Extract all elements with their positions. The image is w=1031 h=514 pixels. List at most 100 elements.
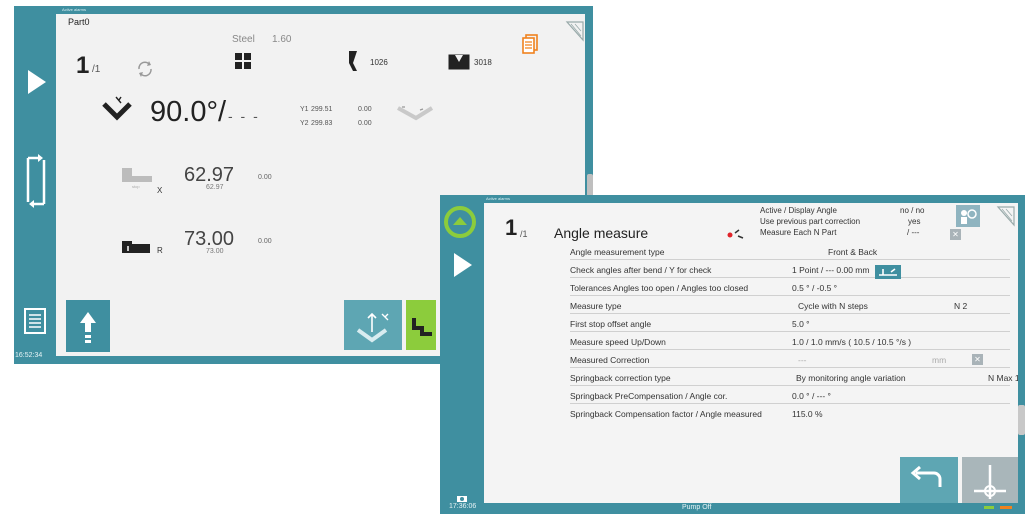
angle-measured: - - - — [228, 108, 260, 124]
y2-label: Y2 — [300, 120, 309, 127]
x-stop-label: stop — [132, 184, 140, 189]
x-axis-label: X — [157, 186, 163, 195]
angle-value: 90.0°/ — [150, 96, 227, 128]
person-gear-icon — [961, 209, 977, 224]
row-value[interactable]: 115.0 % — [792, 409, 823, 419]
hdr-value-3[interactable]: / --- — [907, 228, 919, 237]
refresh-icon[interactable] — [136, 60, 154, 78]
param-row[interactable]: Measured Correction --- mm ✕ — [570, 351, 1010, 368]
material-label: Steel — [232, 34, 255, 45]
row-label: Measure type — [570, 301, 622, 311]
page-corner-icon[interactable] — [565, 20, 585, 42]
left-sidebar: 16:52:34 — [14, 6, 56, 364]
row-label: Angle measurement type — [570, 247, 665, 257]
status-indicator-green — [984, 506, 994, 509]
row-label: Springback Compensation factor / Angle m… — [570, 409, 762, 419]
r-axis-icon — [122, 241, 150, 253]
param-row[interactable]: Check angles after bend / Y for check 1 P… — [570, 261, 1010, 278]
return-arrow-icon — [910, 465, 942, 487]
row-value[interactable]: Cycle with N steps — [798, 301, 868, 311]
row-value[interactable]: --- — [798, 355, 807, 365]
row-value[interactable]: Front & Back — [828, 247, 877, 257]
hdr-label-2: Use previous part correction — [760, 217, 861, 226]
row-label: Springback PreCompensation / Angle cor. — [570, 391, 728, 401]
param-row[interactable]: Angle measurement type Front & Back — [570, 243, 1010, 260]
param-row[interactable]: Springback Compensation factor / Angle m… — [570, 405, 1010, 422]
y2-correction: 0.00 — [358, 120, 372, 127]
tool-layout-icon[interactable] — [234, 52, 252, 70]
die-id: 3018 — [474, 58, 492, 67]
crosshair-icon — [974, 465, 1006, 499]
row-label: Measured Correction — [570, 355, 650, 365]
clear-measure-icon[interactable]: ✕ — [950, 229, 961, 240]
x-stop-icon — [122, 168, 152, 182]
alarm-bar: Active alarms — [56, 6, 593, 14]
page-title: Angle measure — [554, 225, 649, 241]
angle-icon — [102, 96, 132, 121]
param-row[interactable]: First stop offset angle 5.0 ° — [570, 315, 1010, 332]
hdr-label-1: Active / Display Angle — [760, 206, 837, 215]
report-icon[interactable] — [522, 34, 538, 54]
punch-id: 1026 — [370, 58, 388, 67]
alarm-label: Active alarms — [62, 7, 87, 12]
row-value[interactable]: 1 Point / --- 0.00 mm — [792, 265, 869, 275]
start-play-icon-2[interactable] — [454, 253, 472, 277]
row-extra[interactable]: N 2 — [954, 301, 967, 311]
param-row[interactable]: Tolerances Angles too open / Angles too … — [570, 279, 1010, 296]
status-bar: Pump Off — [484, 503, 1025, 514]
angle-measure-screen: Active alarms 17:36:06 1 /1 Angle measur… — [440, 195, 1025, 514]
param-row[interactable]: Measure type Cycle with N steps N 2 — [570, 297, 1010, 314]
y1-label: Y1 — [300, 106, 309, 113]
cycle-mode-icon[interactable] — [24, 152, 48, 210]
punch-icon — [349, 51, 357, 71]
param-row[interactable]: Springback PreCompensation / Angle cor. 0… — [570, 387, 1010, 404]
measure-angle-icon — [356, 312, 389, 343]
row-value[interactable]: 0.5 ° / -0.5 ° — [792, 283, 837, 293]
row-label: Springback correction type — [570, 373, 671, 383]
bend-sheet-icon — [397, 106, 434, 121]
param-row[interactable]: Springback correction type By monitoring … — [570, 369, 1020, 386]
page-corner-icon-2[interactable] — [996, 205, 1016, 227]
screen2-scrollbar[interactable] — [1018, 203, 1025, 503]
hdr-label-3: Measure Each N Part — [760, 228, 837, 237]
row-label: Measure speed Up/Down — [570, 337, 666, 347]
part-total-2: /1 — [520, 229, 528, 239]
clear-correction-icon[interactable]: ✕ — [972, 354, 983, 365]
row-label: Tolerances Angles too open / Angles too … — [570, 283, 749, 293]
list-program-icon[interactable] — [24, 308, 46, 334]
scroll-thumb-2[interactable] — [1018, 405, 1025, 435]
y2-value: 299.83 — [311, 120, 333, 127]
bend-sequence-button[interactable] — [406, 300, 436, 350]
alarm-label-2: Active alarms — [486, 196, 511, 201]
sheet-measure-icon — [879, 268, 897, 276]
hdr-value-1[interactable]: no / no — [900, 206, 924, 215]
start-play-icon[interactable] — [28, 70, 46, 94]
operator-settings-button[interactable] — [956, 205, 980, 227]
row-label: First stop offset angle — [570, 319, 652, 329]
row-value[interactable]: 5.0 ° — [792, 319, 810, 329]
y1-correction: 0.00 — [358, 106, 372, 113]
bend-shape-icon — [412, 318, 432, 336]
reference-button[interactable] — [962, 457, 1018, 503]
status-indicator-orange — [1000, 506, 1012, 509]
arrow-up-icon — [80, 312, 96, 343]
back-button[interactable] — [900, 457, 958, 503]
status-circle-icon[interactable] — [443, 205, 477, 239]
row-value[interactable]: 1.0 / 1.0 mm/s ( 10.5 / 10.5 °/s ) — [792, 337, 911, 347]
angle-measure-button[interactable] — [344, 300, 402, 350]
hdr-value-2[interactable]: yes — [908, 217, 920, 226]
die-icon — [448, 54, 470, 70]
settings-panel: 1 /1 Angle measure Active / Display Angl… — [484, 203, 1020, 503]
check-point-button[interactable] — [875, 265, 901, 279]
r-sub: 73.00 — [206, 248, 224, 255]
param-row[interactable]: Measure speed Up/Down 1.0 / 1.0 mm/s ( 10… — [570, 333, 1010, 350]
row-value[interactable]: By monitoring angle variation — [796, 373, 906, 383]
step-up-button[interactable] — [66, 300, 110, 352]
sensor-icon — [727, 229, 744, 239]
r-axis-label: R — [157, 246, 163, 255]
part-counter: 1 — [76, 52, 90, 79]
row-unit: mm — [932, 355, 947, 365]
row-extra[interactable]: N Max 1 — [988, 373, 1020, 383]
row-value[interactable]: 0.0 ° / --- ° — [792, 391, 831, 401]
x-correction: 0.00 — [258, 174, 272, 181]
